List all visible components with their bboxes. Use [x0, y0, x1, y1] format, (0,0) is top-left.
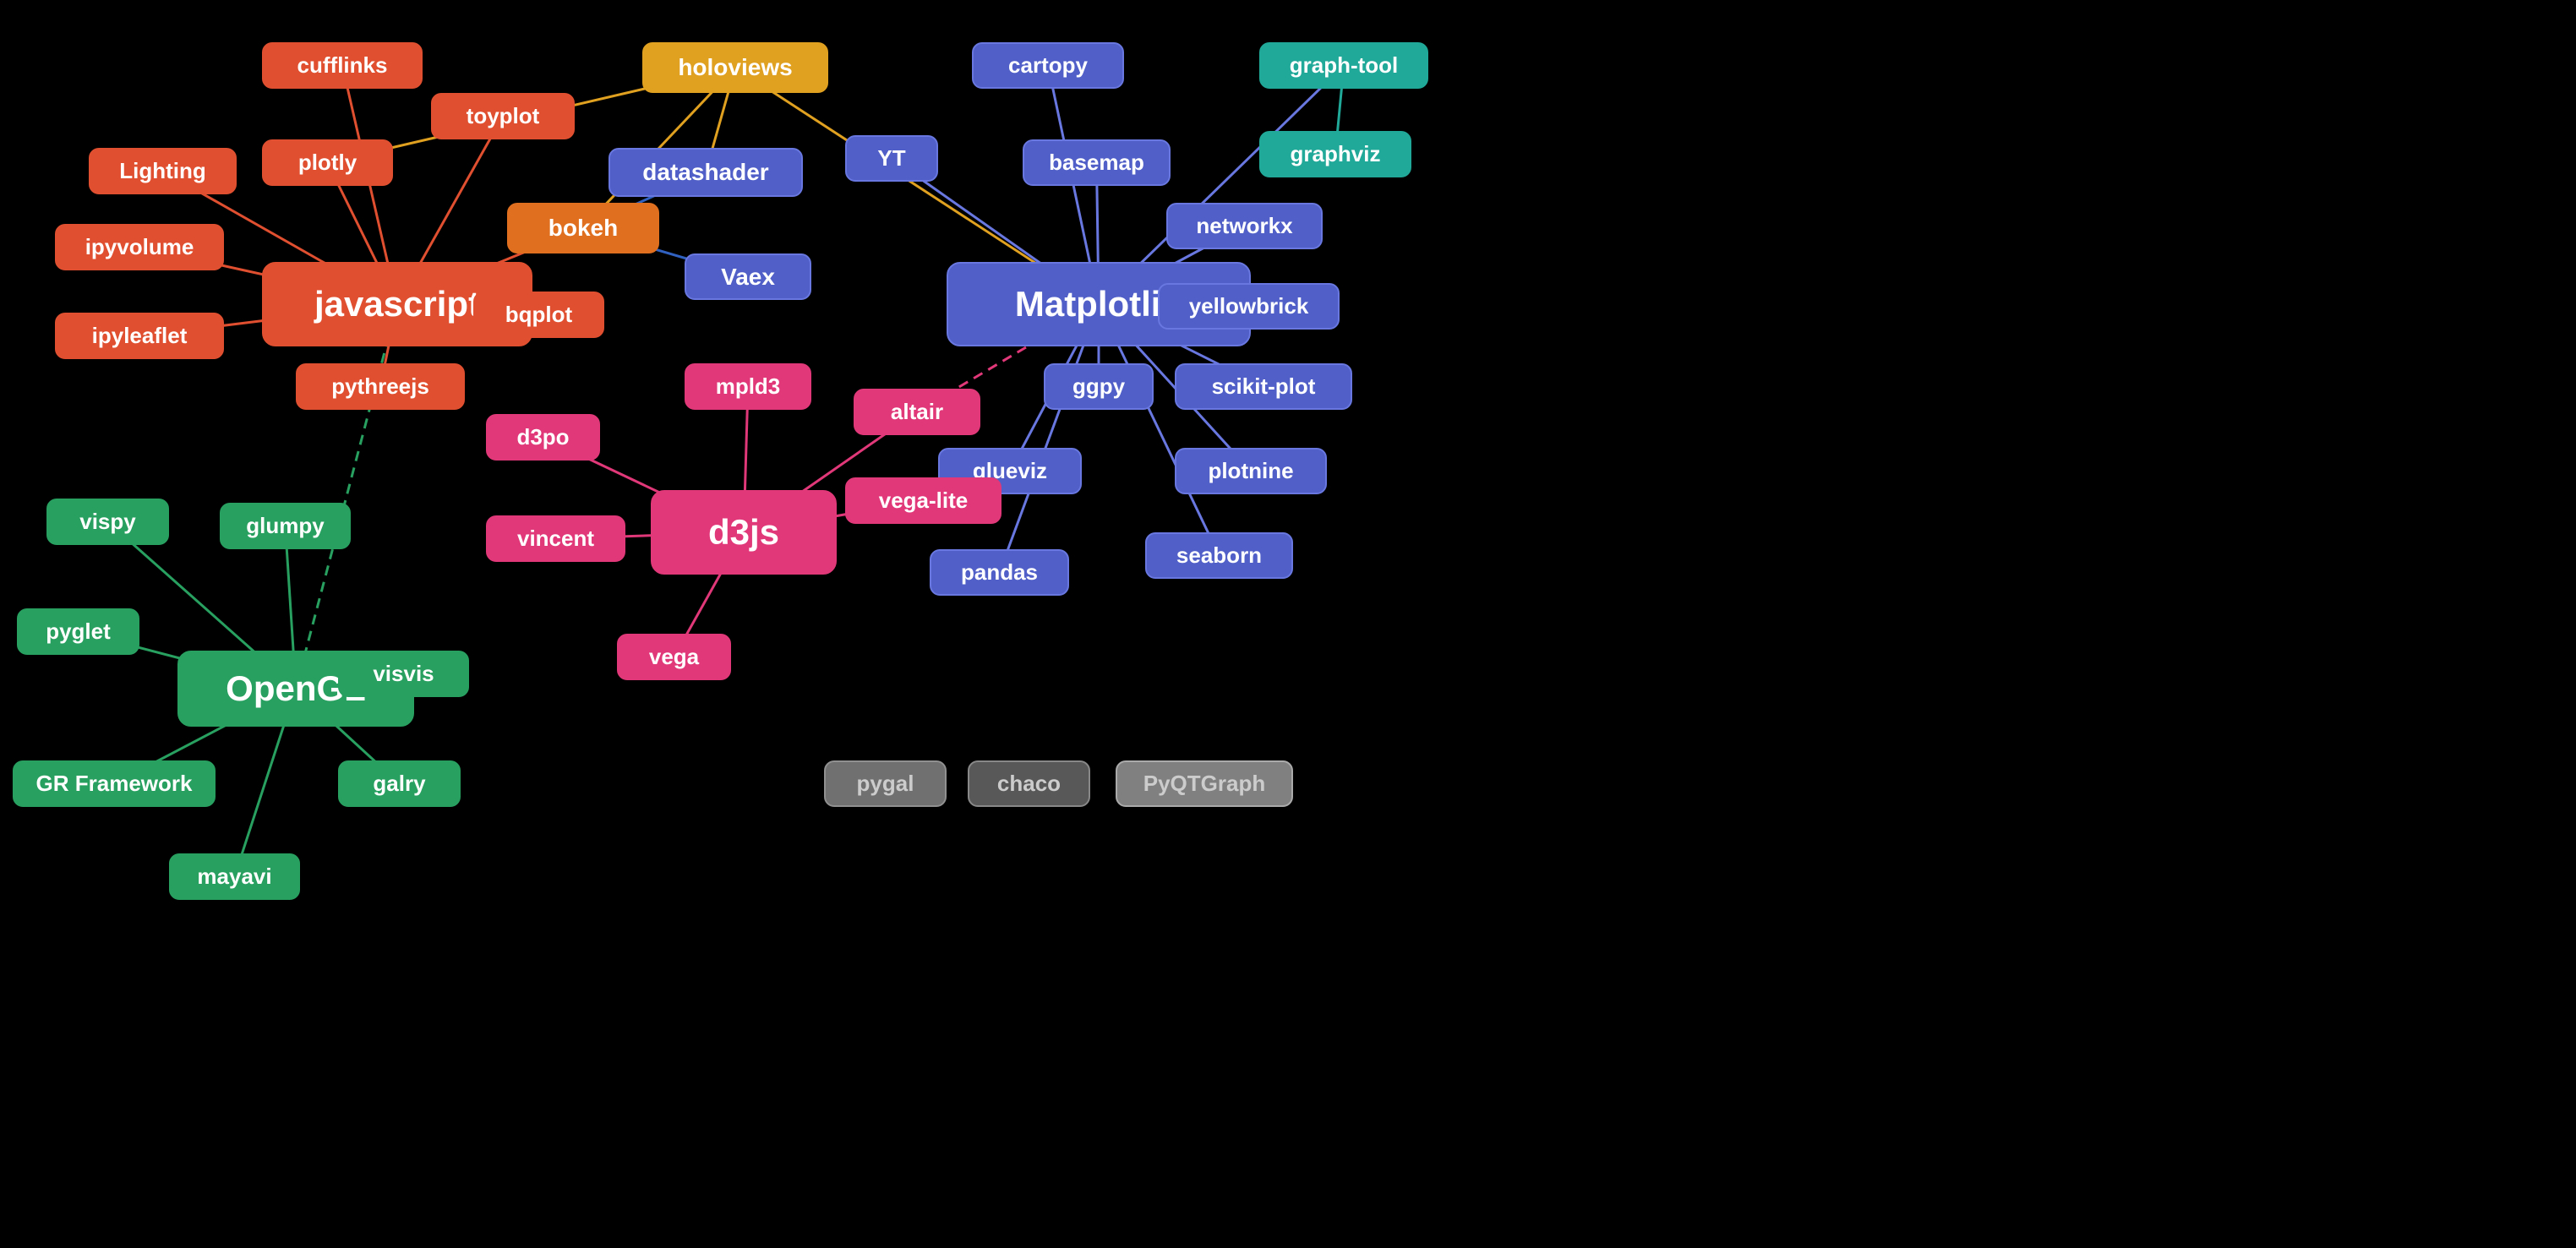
node-galry[interactable]: galry: [338, 760, 461, 807]
node-bqplot[interactable]: bqplot: [473, 292, 604, 338]
node-pyglet[interactable]: pyglet: [17, 608, 139, 655]
node-toyplot[interactable]: toyplot: [431, 93, 575, 139]
node-datashader[interactable]: datashader: [609, 148, 803, 197]
node-glumpy[interactable]: glumpy: [220, 503, 351, 549]
node-vaex[interactable]: Vaex: [685, 253, 811, 300]
node-vispy[interactable]: vispy: [46, 499, 169, 545]
node-ipyleaflet[interactable]: ipyleaflet: [55, 313, 224, 359]
node-vincent[interactable]: vincent: [486, 515, 625, 562]
node-visvis[interactable]: visvis: [338, 651, 469, 697]
node-yt[interactable]: YT: [845, 135, 938, 182]
node-gr-framework[interactable]: GR Framework: [13, 760, 216, 807]
node-altair[interactable]: altair: [854, 389, 980, 435]
node-graph-tool[interactable]: graph-tool: [1259, 42, 1428, 89]
node-pandas[interactable]: pandas: [930, 549, 1069, 596]
node-pygal[interactable]: pygal: [824, 760, 947, 807]
node-d3js[interactable]: d3js: [651, 490, 837, 575]
node-cufflinks[interactable]: cufflinks: [262, 42, 423, 89]
node-cartopy[interactable]: cartopy: [972, 42, 1124, 89]
node-vega[interactable]: vega: [617, 634, 731, 680]
node-basemap[interactable]: basemap: [1023, 139, 1171, 186]
node-pyqtgraph[interactable]: PyQTGraph: [1116, 760, 1293, 807]
node-seaborn[interactable]: seaborn: [1145, 532, 1293, 579]
node-d3po[interactable]: d3po: [486, 414, 600, 461]
node-mpld3[interactable]: mpld3: [685, 363, 811, 410]
node-lighting[interactable]: Lighting: [89, 148, 237, 194]
node-mayavi[interactable]: mayavi: [169, 853, 300, 900]
node-chaco[interactable]: chaco: [968, 760, 1090, 807]
node-plotnine[interactable]: plotnine: [1175, 448, 1327, 494]
node-graphviz[interactable]: graphviz: [1259, 131, 1411, 177]
node-bokeh[interactable]: bokeh: [507, 203, 659, 253]
node-ipyvolume[interactable]: ipyvolume: [55, 224, 224, 270]
node-holoviews[interactable]: holoviews: [642, 42, 828, 93]
node-ggpy[interactable]: ggpy: [1044, 363, 1154, 410]
node-pythreejs[interactable]: pythreejs: [296, 363, 465, 410]
node-vega-lite[interactable]: vega-lite: [845, 477, 1001, 524]
node-plotly[interactable]: plotly: [262, 139, 393, 186]
node-scikit-plot[interactable]: scikit-plot: [1175, 363, 1352, 410]
node-yellowbrick[interactable]: yellowbrick: [1158, 283, 1340, 330]
node-networkx[interactable]: networkx: [1166, 203, 1323, 249]
